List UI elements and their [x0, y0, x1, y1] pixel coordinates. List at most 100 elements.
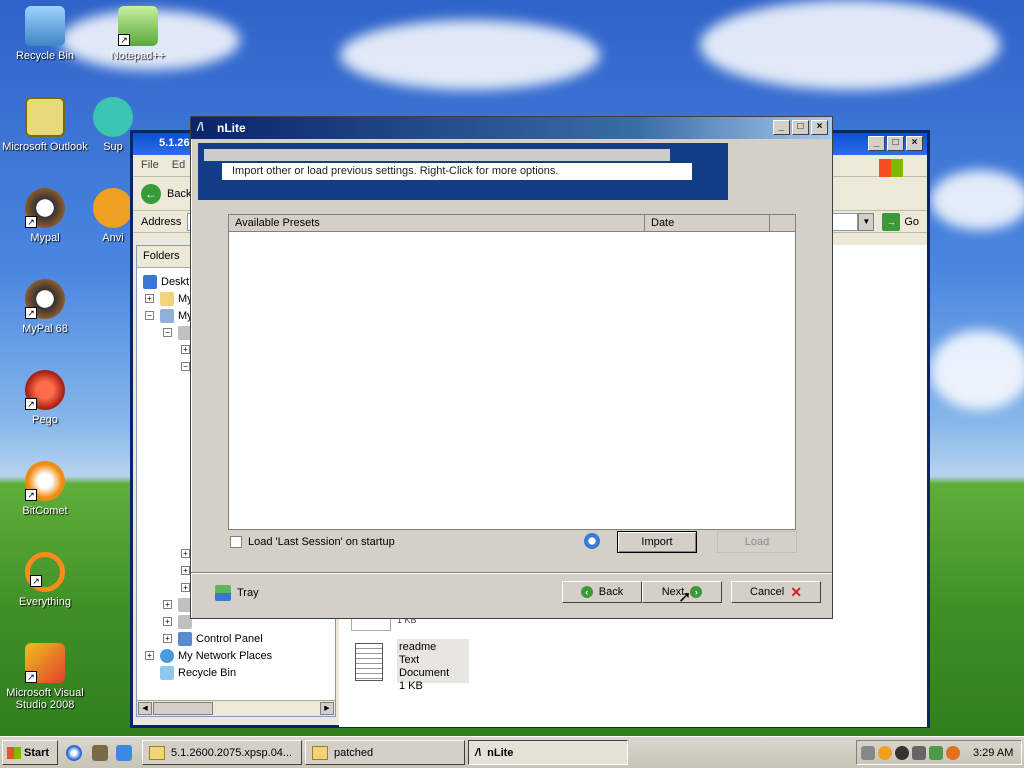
refresh-icon[interactable] — [584, 533, 600, 549]
expand-icon[interactable]: + — [145, 651, 154, 660]
pego-icon: ↗ — [25, 370, 65, 410]
desktop-icon-bitcomet[interactable]: ↗ BitComet — [0, 461, 90, 517]
expand-icon[interactable]: + — [181, 549, 190, 558]
expand-icon[interactable]: + — [163, 600, 172, 609]
quicklaunch-desktop-icon[interactable] — [92, 745, 108, 761]
taskbar: Start 5.1.2600.2075.xpsp.04... patched /… — [0, 736, 1024, 768]
column-date[interactable]: Date — [645, 215, 770, 231]
expand-icon[interactable]: + — [163, 617, 172, 626]
back-button[interactable]: Back — [167, 188, 191, 200]
tree-item-label: Recycle Bin — [178, 666, 237, 679]
taskbar-label: patched — [334, 746, 374, 759]
folder-icon — [312, 745, 328, 760]
scroll-right-arrow-icon[interactable]: ▶ — [320, 702, 334, 715]
menu-edit[interactable]: Ed — [172, 159, 185, 171]
nlite-titlebar[interactable]: /\ nLite _ □ × — [191, 117, 832, 139]
minimize-button[interactable]: _ — [773, 120, 790, 135]
mypal68-icon: ↗ — [25, 279, 65, 319]
tree-item-my-documents[interactable]: + My — [145, 290, 193, 307]
presets-list[interactable]: Available Presets Date — [228, 214, 796, 530]
close-button[interactable]: × — [906, 136, 923, 151]
taskbar-button-explorer-2[interactable]: patched — [305, 740, 465, 765]
back-button[interactable]: ‹ Back — [562, 581, 642, 603]
clock[interactable]: 3:29 AM — [973, 747, 1013, 759]
desktop-icon-notepad-plus-plus[interactable]: ↗ Notepad++ — [93, 6, 183, 62]
anvi-icon — [93, 188, 133, 228]
shortcut-arrow-icon: ↗ — [25, 671, 37, 683]
desktop-icon-pego[interactable]: ↗ Pego — [0, 370, 90, 426]
computer-icon — [160, 308, 174, 323]
file-size: 1 KB — [399, 680, 423, 692]
tree-item-my-computer[interactable]: − My — [145, 307, 193, 324]
desktop-icon-label: Everything — [19, 596, 71, 608]
desktop-icon-anvi[interactable]: Anvi — [93, 188, 133, 244]
desktop-icon-label: MyPal 68 — [22, 323, 68, 335]
expand-icon[interactable]: + — [163, 634, 172, 643]
collapse-icon[interactable]: − — [145, 311, 154, 320]
network-places-icon — [160, 648, 174, 663]
nlite-dialog[interactable]: /\ nLite _ □ × Import other or load prev… — [190, 116, 833, 619]
load-last-session-checkbox[interactable]: Load 'Last Session' on startup — [230, 536, 395, 548]
desktop-icon-visual-studio[interactable]: ↗ Microsoft Visual Studio 2008 — [0, 643, 90, 711]
column-available-presets[interactable]: Available Presets — [229, 215, 645, 231]
desktop-icon-support[interactable]: Sup — [93, 97, 133, 153]
tree-item-control-panel[interactable]: + Control Panel — [163, 630, 263, 647]
keyboard-icon[interactable] — [861, 745, 875, 760]
tray-button[interactable]: Tray — [215, 585, 259, 601]
taskbar-label: nLite — [487, 746, 514, 759]
address-dropdown-arrow-icon[interactable]: ▼ — [858, 212, 875, 231]
desktop-icon-outlook[interactable]: Microsoft Outlook — [0, 97, 90, 153]
tree-item-desktop[interactable]: Deskt — [143, 273, 189, 290]
maximize-button[interactable]: □ — [792, 120, 809, 135]
outlook-icon — [25, 97, 65, 137]
expand-icon[interactable]: + — [181, 566, 190, 575]
horizontal-scrollbar[interactable]: ◀ ▶ — [137, 700, 335, 716]
scroll-thumb[interactable] — [153, 702, 213, 715]
tree-item-label: Deskt — [161, 275, 190, 288]
close-button[interactable]: × — [811, 120, 828, 135]
menu-file[interactable]: File — [141, 159, 159, 171]
notepad-plus-plus-icon: ↗ — [118, 6, 158, 46]
tray-app-icon[interactable] — [878, 745, 892, 760]
collapse-icon[interactable]: − — [181, 362, 190, 371]
desktop-icon-everything[interactable]: ↗ Everything — [0, 552, 90, 608]
checkbox-box[interactable] — [230, 536, 242, 548]
desktop-icon-label: Sup — [103, 141, 123, 153]
tray-app-icon[interactable] — [895, 745, 909, 760]
minimize-button[interactable]: _ — [868, 136, 885, 151]
tree-item-recycle-bin[interactable]: Recycle Bin — [160, 664, 236, 681]
nlite-logo-icon: /\ — [197, 120, 204, 134]
desktop-icon-label: Pego — [32, 414, 58, 426]
import-button[interactable]: Import — [617, 531, 697, 553]
quicklaunch-ie-icon[interactable] — [66, 745, 82, 761]
desktop-icon-mypal[interactable]: ↗ Mypal — [0, 188, 90, 244]
collapse-icon[interactable]: − — [163, 328, 172, 337]
expand-icon[interactable]: + — [181, 583, 190, 592]
file-item-readme[interactable]: readme Text Document 1 KB — [351, 639, 481, 692]
desktop-icon-mypal68[interactable]: ↗ MyPal 68 — [0, 279, 90, 335]
search-icon[interactable] — [946, 745, 960, 760]
speaker-icon[interactable] — [912, 745, 926, 760]
taskbar-button-explorer-1[interactable]: 5.1.2600.2075.xpsp.04... — [142, 740, 302, 765]
go-button[interactable]: Go — [904, 216, 919, 228]
start-button[interactable]: Start — [2, 740, 58, 765]
shortcut-arrow-icon: ↗ — [30, 575, 42, 587]
taskbar-button-nlite[interactable]: /\ nLite — [468, 740, 628, 765]
expand-icon[interactable]: + — [181, 345, 190, 354]
import-label: Import — [641, 536, 673, 548]
shortcut-arrow-icon: ↗ — [25, 216, 37, 228]
tree-item-label: My Network Places — [178, 649, 273, 662]
scroll-left-arrow-icon[interactable]: ◀ — [138, 702, 152, 715]
expand-icon[interactable]: + — [145, 294, 154, 303]
desktop-icon-label: Microsoft Visual Studio 2008 — [6, 687, 84, 711]
cancel-button[interactable]: Cancel ✕ — [731, 581, 821, 603]
desktop-icon-recycle-bin[interactable]: Recycle Bin — [0, 6, 90, 62]
load-button[interactable]: Load — [717, 531, 797, 553]
quicklaunch-app-icon[interactable] — [116, 745, 132, 761]
checkbox-label: Load 'Last Session' on startup — [248, 536, 395, 548]
go-arrow-icon: → — [882, 212, 901, 231]
windows-logo-icon — [879, 159, 903, 177]
maximize-button[interactable]: □ — [887, 136, 904, 151]
network-icon[interactable] — [929, 745, 943, 760]
tree-item-network-places[interactable]: + My Network Places — [145, 647, 272, 664]
